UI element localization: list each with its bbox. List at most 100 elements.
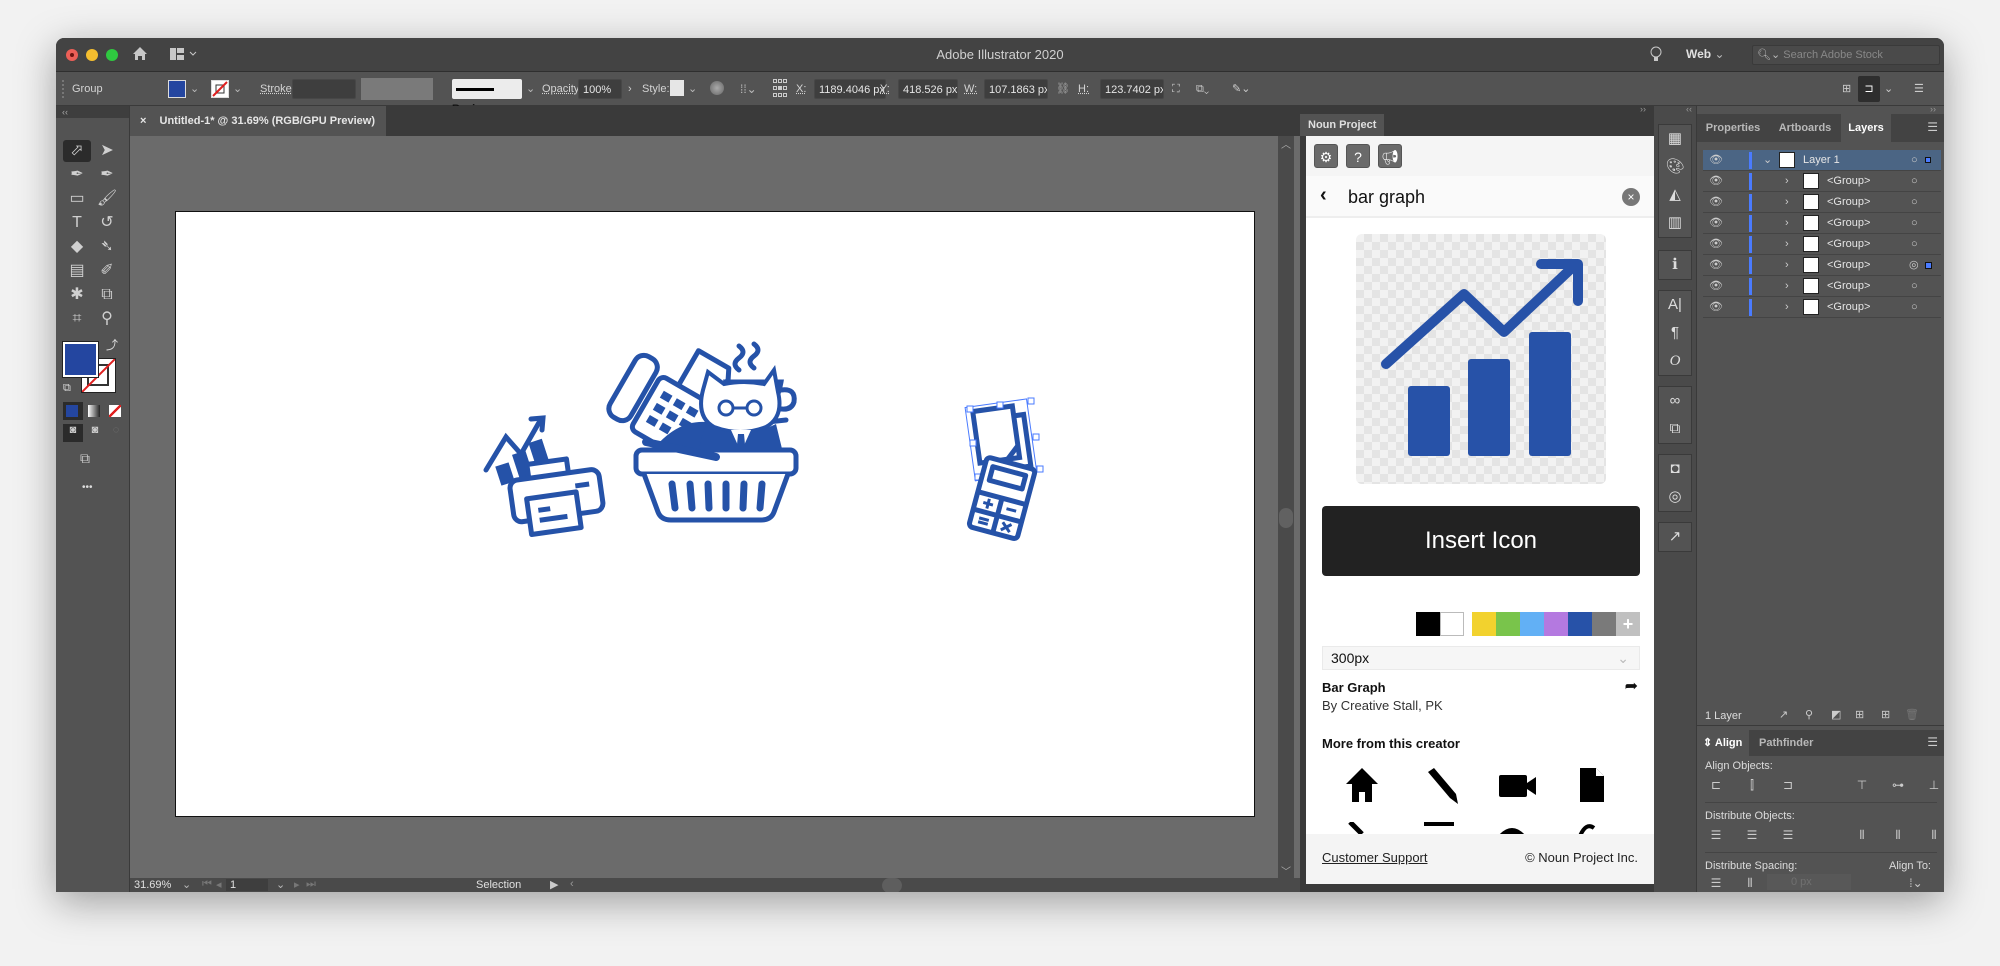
gradient-tool-icon[interactable]: ▤ (63, 260, 91, 282)
scroll-left-icon[interactable]: ‹ (570, 878, 574, 890)
swatch-light-blue[interactable] (1520, 612, 1544, 636)
video-camera-icon[interactable] (1498, 772, 1538, 800)
next-artboard-icon[interactable]: ▸ (294, 878, 300, 891)
layer-row[interactable]: 👁︎ › <Group> ◎ (1703, 255, 1941, 276)
selection-tool-icon[interactable]: ⬀ (63, 140, 91, 162)
customer-support-link[interactable]: Customer Support (1322, 850, 1428, 865)
align-horizontal-center-icon[interactable]: ⫿ (1743, 778, 1761, 792)
visibility-eye-icon[interactable]: 👁︎ (1709, 276, 1723, 297)
document-icon[interactable] (1578, 766, 1606, 804)
align-to-selection-icon[interactable]: ⁞⌄ (1907, 876, 1925, 890)
gradient-mode-button[interactable] (85, 402, 105, 420)
canvas-vertical-scrollbar[interactable]: ︿ ﹀ (1278, 136, 1294, 878)
expand-chevron-icon[interactable]: › (1785, 234, 1789, 255)
libraries-panel-icon[interactable]: ⧉ (1659, 415, 1691, 443)
status-menu-icon[interactable]: ▶ (550, 878, 558, 891)
export-panel-icon[interactable]: ↗ (1659, 523, 1691, 551)
align-vertical-center-icon[interactable]: ⊶ (1889, 778, 1907, 792)
rectangle-tool-icon[interactable]: ▭ (63, 188, 91, 210)
visibility-eye-icon[interactable]: 👁︎ (1709, 255, 1723, 276)
artboard[interactable] (175, 211, 1255, 817)
paintbrush-tool-icon[interactable]: 🖌︎ (93, 188, 121, 210)
distribute-top-icon[interactable]: ☰ (1707, 828, 1725, 842)
constrain-proportions-icon[interactable]: ⛓︎ (1056, 79, 1070, 99)
pen-tool-icon[interactable]: ✒ (63, 164, 91, 186)
clear-search-icon[interactable]: × (1622, 188, 1640, 206)
expand-panel-icon[interactable]: ›› (1640, 104, 1646, 114)
distribute-vertical-center-icon[interactable]: ☰ (1743, 828, 1761, 842)
swatch-gray[interactable] (1592, 612, 1616, 636)
distribute-horizontal-center-icon[interactable]: ⫴ (1889, 828, 1907, 842)
lasso-tool-icon[interactable]: ➴ (93, 236, 121, 258)
stock-search-field[interactable]: 🔍︎⌄ Search Adobe Stock (1752, 45, 1940, 65)
vertical-distribute-space-icon[interactable]: ☰ (1707, 876, 1725, 890)
first-artboard-icon[interactable]: ⏮ (202, 878, 212, 891)
layer-row[interactable]: 👁︎ › <Group> ○ (1703, 297, 1941, 318)
layer-name[interactable]: <Group> (1827, 234, 1870, 255)
symbols-panel-icon[interactable]: ◭ (1659, 181, 1691, 209)
stroke-label[interactable]: Stroke: (260, 79, 295, 99)
panel-mode-chevron-icon[interactable]: ⌄ (1884, 79, 1893, 99)
x-label[interactable]: X: (796, 79, 806, 99)
vertical-scroll-thumb[interactable] (1279, 508, 1293, 528)
layer-row[interactable]: 👁︎ › <Group> ○ (1703, 234, 1941, 255)
layer-name[interactable]: <Group> (1827, 171, 1870, 192)
swatch-black[interactable] (1416, 612, 1440, 636)
opacity-label[interactable]: Opacity: (542, 79, 582, 99)
expand-chevron-icon[interactable]: › (1785, 192, 1789, 213)
layer-name[interactable]: Layer 1 (1803, 150, 1840, 171)
collapse-dock-icon[interactable]: ‹‹ (1686, 104, 1692, 114)
stroke-swatch[interactable] (211, 80, 229, 98)
color-mode-button[interactable] (63, 402, 83, 420)
style-dropdown-chevron-icon[interactable]: ⌄ (688, 79, 697, 99)
layer-name[interactable]: <Group> (1827, 297, 1870, 318)
brushes-panel-icon[interactable]: 🎨︎ (1659, 153, 1691, 181)
stroke-dropdown-chevron-icon[interactable]: ⌄ (233, 79, 242, 99)
target-circle-icon[interactable]: ○ (1911, 234, 1918, 255)
expand-right-panel-icon[interactable]: ›› (1930, 104, 1936, 114)
swatch-white[interactable] (1440, 612, 1464, 636)
target-circle-icon[interactable]: ○ (1911, 150, 1918, 171)
swatch-purple[interactable] (1544, 612, 1568, 636)
add-color-button[interactable]: + (1616, 612, 1640, 636)
announcements-button[interactable]: 📢︎ (1378, 144, 1402, 168)
visibility-eye-icon[interactable]: 👁︎ (1709, 213, 1723, 234)
align-menu-icon[interactable]: ☰ (1927, 735, 1938, 749)
layers-menu-icon[interactable]: ☰ (1927, 120, 1938, 134)
edit-toolbar-more-icon[interactable]: ••• (82, 482, 93, 493)
size-select[interactable]: 300px ⌄ (1322, 646, 1640, 670)
artboard-dropdown-chevron-icon[interactable]: ⌄ (276, 878, 285, 891)
layer-row[interactable]: 👁︎ › <Group> ○ (1703, 276, 1941, 297)
layer-name[interactable]: <Group> (1827, 255, 1870, 276)
shape-builder-tool-icon[interactable]: ⧉ (93, 284, 121, 306)
delete-layer-icon[interactable]: 🗑︎ (1905, 708, 1919, 721)
grip-handle[interactable] (62, 80, 65, 98)
spacing-field[interactable]: 0 px (1767, 874, 1851, 890)
opentype-panel-icon[interactable]: O (1659, 347, 1691, 375)
links-panel-icon[interactable]: ∞ (1659, 387, 1691, 415)
insert-icon-button[interactable]: Insert Icon (1322, 506, 1640, 576)
target-circle-icon[interactable]: ○ (1911, 276, 1918, 297)
appearance-panel-icon[interactable]: ◎ (1659, 483, 1691, 511)
help-button[interactable]: ? (1346, 144, 1370, 168)
tab-pathfinder[interactable]: Pathfinder (1759, 730, 1813, 756)
swatch-blue[interactable] (1568, 612, 1592, 636)
opacity-field[interactable]: 100% (578, 79, 622, 99)
scroll-down-icon[interactable]: ﹀ (1278, 863, 1294, 878)
export-icon[interactable]: ↗ (1779, 708, 1788, 721)
eraser-tool-icon[interactable]: ◆ (63, 236, 91, 258)
toolbox-collapse[interactable]: ‹‹ (56, 106, 129, 118)
lightbulb-icon[interactable] (1650, 46, 1662, 69)
layer-row[interactable]: 👁︎ › <Group> ○ (1703, 171, 1941, 192)
reference-point-icon[interactable] (773, 79, 787, 99)
control-menu-icon[interactable]: ☰ (1914, 79, 1924, 99)
draw-behind-icon[interactable]: ◙ (85, 424, 105, 442)
tab-properties[interactable]: Properties (1697, 114, 1769, 142)
opacity-expand-icon[interactable]: › (628, 79, 632, 99)
layer-row[interactable]: 👁︎ ⌄ Layer 1 ○ (1703, 150, 1941, 171)
align-bottom-icon[interactable]: ⊥ (1925, 778, 1943, 792)
distribute-bottom-icon[interactable]: ☰ (1779, 828, 1797, 842)
y-label[interactable]: Y: (880, 79, 890, 99)
draw-inside-icon[interactable]: ◌ (106, 424, 126, 442)
swatches-panel-icon[interactable]: ▦ (1659, 125, 1691, 153)
